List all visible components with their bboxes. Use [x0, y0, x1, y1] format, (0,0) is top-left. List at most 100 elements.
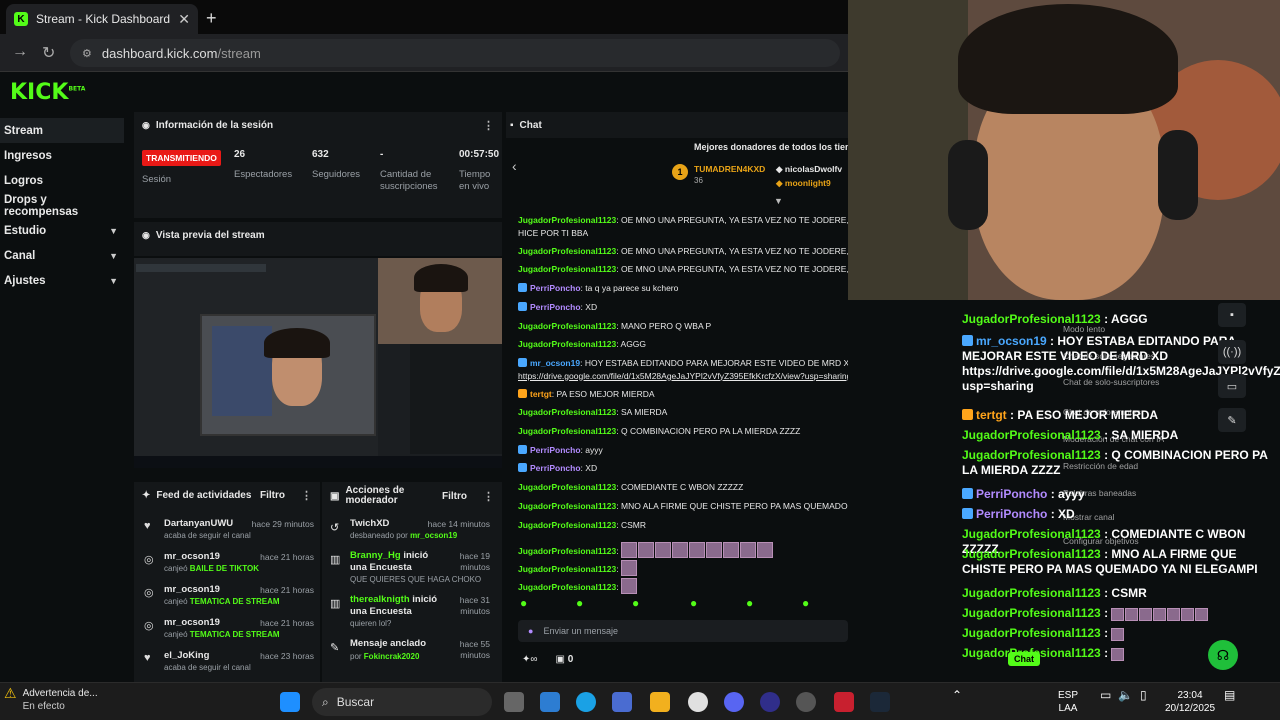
sidebar-item-drops[interactable]: Drops y recompensas: [0, 193, 124, 218]
chat-username[interactable]: JugadorProfesional1123: [518, 246, 616, 256]
notification[interactable]: ⚠ Advertencia de... En efecto: [4, 685, 98, 713]
chat-username[interactable]: tertgt: [530, 389, 552, 399]
chat-username[interactable]: JugadorProfesional1123: [518, 564, 616, 574]
preview-webcam-hair: [414, 264, 468, 292]
emote-icon[interactable]: ●: [632, 596, 639, 610]
emote-icon[interactable]: ●: [576, 596, 583, 610]
overlay-chat-message: JugadorProfesional1123 :: [962, 626, 1280, 641]
chat-username[interactable]: JugadorProfesional1123: [518, 215, 616, 225]
notifications-icon[interactable]: ▤: [1224, 689, 1235, 702]
points-counter[interactable]: ▣ 0: [556, 654, 574, 665]
sidebar-item-ajustes[interactable]: Ajustes ▼: [0, 268, 124, 293]
emote-icon[interactable]: ●: [746, 596, 753, 610]
overlay-chat: Modo lento Chat de solo-seguidores Chat …: [848, 300, 1280, 682]
eye-icon: ◉: [142, 229, 150, 240]
chat-username[interactable]: PerriPoncho: [530, 302, 581, 312]
discord-icon[interactable]: [724, 692, 744, 712]
emote-icon[interactable]: ●: [690, 596, 697, 610]
overlay-username: tertgt: [976, 408, 1007, 422]
obs-icon[interactable]: [760, 692, 780, 712]
rank-badge: 1: [672, 164, 688, 180]
chat-username[interactable]: JugadorProfesional1123: [518, 264, 616, 274]
chat-text: OE MNO UNA PREGUNTA, YA ESTA VEZ NO TE J…: [621, 264, 848, 275]
chat-username[interactable]: JugadorProfesional1123: [518, 407, 616, 417]
kebab-menu-icon[interactable]: ⋮: [483, 119, 494, 132]
chat-username[interactable]: JugadorProfesional1123: [518, 546, 616, 556]
chat-message: JugadorProfesional1123: SA MIERDA: [518, 407, 668, 418]
chat-text: OE MNO UNA PREGUNTA, YA ESTA VEZ NO TE J…: [621, 245, 848, 256]
chat-message: tertgt: PA ESO MEJOR MIERDA: [518, 388, 848, 400]
chat-username[interactable]: JugadorProfesional1123: [518, 321, 616, 331]
chat-message: PerriPoncho: XD: [518, 462, 848, 474]
chat-username[interactable]: PerriPoncho: [530, 283, 581, 293]
url-input[interactable]: ⚙ dashboard.kick.com/stream: [70, 39, 840, 67]
app-icon[interactable]: [540, 692, 560, 712]
sidebar-item-estudio[interactable]: Estudio ▼: [0, 218, 124, 243]
chevron-down-icon[interactable]: ▼: [774, 196, 783, 206]
emote-picker-icon[interactable]: ✦∞: [522, 654, 538, 665]
chat-message: PerriPoncho: ta q ya parece su kchero: [518, 282, 848, 294]
kebab-menu-icon[interactable]: ⋮: [301, 489, 312, 502]
app-icon[interactable]: [796, 692, 816, 712]
chevron-left-icon[interactable]: ‹: [512, 158, 517, 174]
sidebar-item-logros[interactable]: Logros: [0, 168, 124, 193]
sidebar-item-canal[interactable]: Canal ▼: [0, 243, 124, 268]
emote-icon[interactable]: ●: [520, 596, 527, 610]
wrench-icon[interactable]: ✎: [1218, 408, 1246, 432]
steam-icon[interactable]: [870, 692, 890, 712]
taskbar-search[interactable]: ⌕ Buscar: [312, 688, 492, 716]
signal-icon[interactable]: ((·)): [1218, 340, 1246, 364]
chat-button[interactable]: Chat: [1008, 652, 1040, 666]
chat-username[interactable]: JugadorProfesional1123: [518, 520, 616, 530]
chevron-up-icon[interactable]: ⌃: [952, 689, 962, 702]
chat-username[interactable]: JugadorProfesional1123: [518, 482, 616, 492]
chat-username[interactable]: JugadorProfesional1123: [518, 582, 616, 592]
overlay-username: JugadorProfesional1123: [962, 428, 1101, 442]
sidebar-item-ingresos[interactable]: Ingresos: [0, 143, 124, 168]
task-view-icon[interactable]: [504, 692, 524, 712]
clock[interactable]: 23:04 20/12/2025: [1162, 689, 1218, 715]
kick-logo[interactable]: KICKBETA: [10, 80, 85, 105]
preview-webcam: [378, 258, 502, 344]
warning-icon: ⚠: [4, 685, 17, 701]
volume-icon[interactable]: 🔈: [1118, 689, 1133, 702]
chat-link[interactable]: https://drive.google.com/file/d/1x5M28Ag…: [518, 370, 848, 382]
store-icon[interactable]: [612, 692, 632, 712]
browser-tab-bar: K Stream - Kick Dashboard ✕ +: [0, 0, 848, 34]
chat-username[interactable]: PerriPoncho: [530, 463, 581, 473]
windows-start-icon[interactable]: [280, 692, 300, 712]
chat-username[interactable]: JugadorProfesional1123: [518, 426, 616, 436]
chat-username[interactable]: JugadorProfesional1123: [518, 501, 616, 511]
app-icon[interactable]: [834, 692, 854, 712]
reload-icon[interactable]: ↻: [42, 43, 55, 63]
close-tab-icon[interactable]: ✕: [178, 11, 190, 28]
emote-icon[interactable]: ●: [802, 596, 809, 610]
site-info-icon[interactable]: ⚙: [82, 47, 92, 60]
new-tab-button[interactable]: +: [206, 8, 217, 29]
chat-username[interactable]: JugadorProfesional1123: [518, 339, 616, 349]
folder-icon[interactable]: [650, 692, 670, 712]
chrome-icon[interactable]: [688, 692, 708, 712]
network-icon[interactable]: ▭: [1100, 689, 1111, 702]
preview-facecam-inner: [200, 314, 376, 436]
browser-tab[interactable]: K Stream - Kick Dashboard ✕: [6, 4, 198, 34]
chat-input[interactable]: ● Enviar un mensaje: [518, 620, 848, 642]
window-icon[interactable]: ▭: [1218, 374, 1246, 398]
subs-stat: - Cantidad de suscripciones: [380, 149, 438, 192]
battery-icon[interactable]: ▯: [1140, 689, 1147, 702]
language-indicator[interactable]: ESP LAA: [1058, 689, 1078, 715]
chat-username[interactable]: PerriPoncho: [530, 445, 581, 455]
chat-dock-icon[interactable]: ▪: [1218, 303, 1246, 327]
support-icon[interactable]: ☊: [1208, 640, 1238, 670]
stream-preview-video[interactable]: [134, 258, 502, 468]
filter-button[interactable]: Filtro: [260, 490, 285, 501]
filter-button[interactable]: Filtro: [442, 491, 467, 502]
forward-arrow-icon[interactable]: →: [12, 43, 28, 61]
emote-image: [621, 560, 637, 576]
chat-username[interactable]: mr_ocson19: [530, 358, 580, 368]
sidebar-item-stream[interactable]: Stream: [0, 118, 124, 143]
edge-icon[interactable]: [576, 692, 596, 712]
activity-item: ◎ mr_ocson19 hace 21 horas canjeó TEMATI…: [144, 584, 314, 606]
chat-message: PerriPoncho: XD: [518, 301, 848, 313]
kebab-menu-icon[interactable]: ⋮: [483, 490, 494, 503]
